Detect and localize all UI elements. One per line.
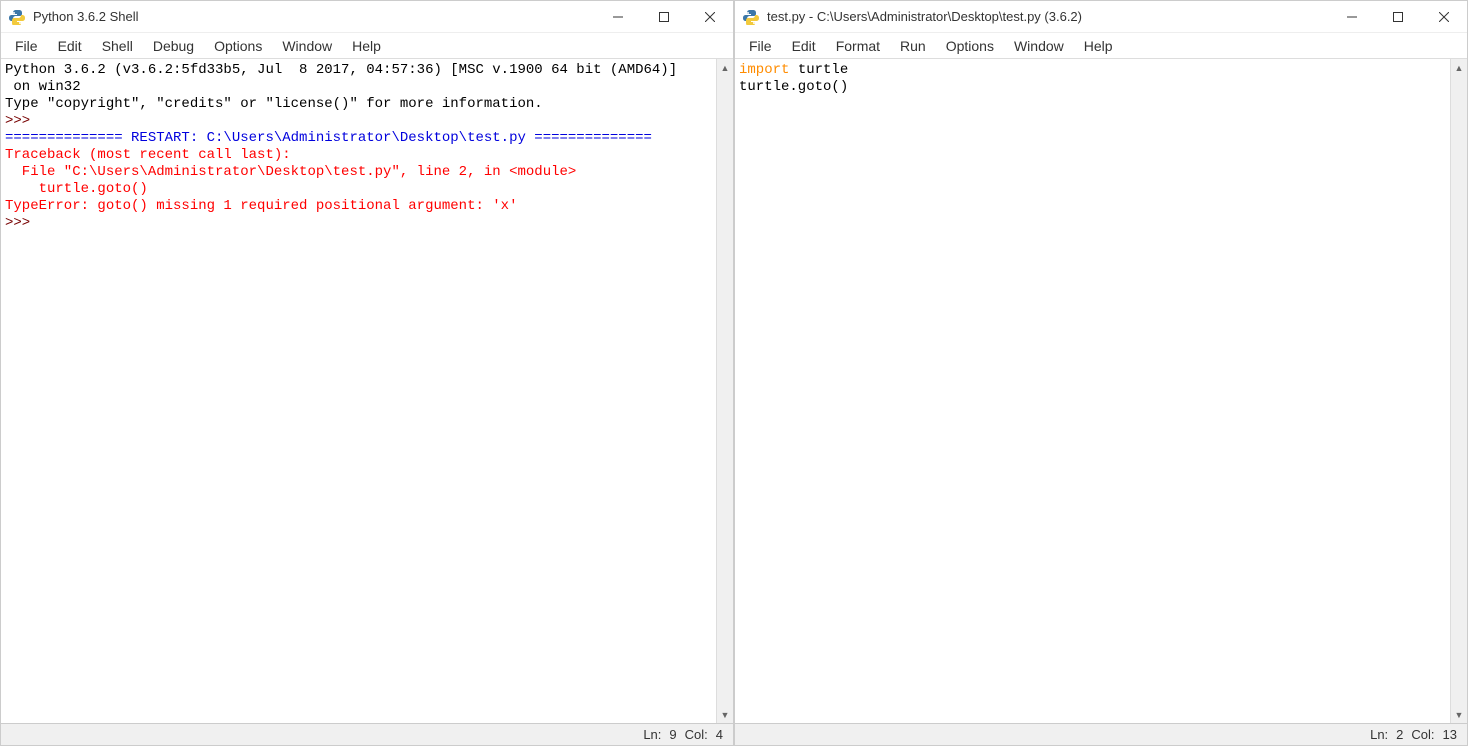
shell-prompt: >>> xyxy=(5,215,39,231)
menu-edit[interactable]: Edit xyxy=(48,35,92,57)
shell-scrollbar[interactable]: ▲ ▼ xyxy=(716,59,733,723)
editor-text-area[interactable]: import turtle turtle.goto() xyxy=(735,59,1450,723)
menu-window[interactable]: Window xyxy=(1004,35,1074,57)
shell-window: Python 3.6.2 Shell File Edit Shell Debug… xyxy=(0,0,734,746)
scroll-up-icon[interactable]: ▲ xyxy=(1451,59,1467,76)
shell-restart-line: ============== RESTART: C:\Users\Adminis… xyxy=(5,130,652,146)
shell-line: on win32 xyxy=(5,79,81,95)
shell-title: Python 3.6.2 Shell xyxy=(33,9,595,24)
editor-window: test.py - C:\Users\Administrator\Desktop… xyxy=(734,0,1468,746)
close-button[interactable] xyxy=(687,1,733,32)
editor-statusbar: Ln: 2 Col: 13 xyxy=(735,723,1467,745)
shell-titlebar[interactable]: Python 3.6.2 Shell xyxy=(1,1,733,33)
menu-format[interactable]: Format xyxy=(826,35,890,57)
menu-options[interactable]: Options xyxy=(936,35,1004,57)
status-col-value: 4 xyxy=(716,727,723,742)
scroll-up-icon[interactable]: ▲ xyxy=(717,59,733,76)
code-keyword: import xyxy=(739,62,789,78)
editor-window-controls xyxy=(1329,1,1467,32)
maximize-button[interactable] xyxy=(1375,1,1421,32)
close-button[interactable] xyxy=(1421,1,1467,32)
python-icon xyxy=(743,9,759,25)
shell-content: Python 3.6.2 (v3.6.2:5fd33b5, Jul 8 2017… xyxy=(1,59,733,723)
shell-text-area[interactable]: Python 3.6.2 (v3.6.2:5fd33b5, Jul 8 2017… xyxy=(1,59,716,723)
shell-traceback-line: turtle.goto() xyxy=(5,181,148,197)
editor-content: import turtle turtle.goto() ▲ ▼ xyxy=(735,59,1467,723)
minimize-button[interactable] xyxy=(1329,1,1375,32)
status-col-label: Col: xyxy=(685,727,708,742)
menu-window[interactable]: Window xyxy=(272,35,342,57)
code-text: turtle.goto() xyxy=(739,79,848,95)
status-ln-label: Ln: xyxy=(643,727,661,742)
menu-help[interactable]: Help xyxy=(342,35,391,57)
menu-shell[interactable]: Shell xyxy=(92,35,143,57)
editor-scrollbar[interactable]: ▲ ▼ xyxy=(1450,59,1467,723)
menu-options[interactable]: Options xyxy=(204,35,272,57)
shell-traceback-line: Traceback (most recent call last): xyxy=(5,147,291,163)
editor-menubar: File Edit Format Run Options Window Help xyxy=(735,33,1467,59)
shell-line: Type "copyright", "credits" or "license(… xyxy=(5,96,543,112)
status-col-value: 13 xyxy=(1443,727,1457,742)
editor-title: test.py - C:\Users\Administrator\Desktop… xyxy=(767,9,1329,24)
scroll-down-icon[interactable]: ▼ xyxy=(717,706,733,723)
status-ln-value: 9 xyxy=(669,727,676,742)
minimize-button[interactable] xyxy=(595,1,641,32)
menu-file[interactable]: File xyxy=(739,35,782,57)
menu-edit[interactable]: Edit xyxy=(782,35,826,57)
shell-statusbar: Ln: 9 Col: 4 xyxy=(1,723,733,745)
menu-debug[interactable]: Debug xyxy=(143,35,204,57)
editor-titlebar[interactable]: test.py - C:\Users\Administrator\Desktop… xyxy=(735,1,1467,33)
shell-traceback-line: File "C:\Users\Administrator\Desktop\tes… xyxy=(5,164,576,180)
menu-file[interactable]: File xyxy=(5,35,48,57)
status-ln-value: 2 xyxy=(1396,727,1403,742)
shell-error-line: TypeError: goto() missing 1 required pos… xyxy=(5,198,517,214)
shell-menubar: File Edit Shell Debug Options Window Hel… xyxy=(1,33,733,59)
shell-line: Python 3.6.2 (v3.6.2:5fd33b5, Jul 8 2017… xyxy=(5,62,677,78)
code-text: turtle xyxy=(789,62,848,78)
shell-window-controls xyxy=(595,1,733,32)
maximize-button[interactable] xyxy=(641,1,687,32)
status-ln-label: Ln: xyxy=(1370,727,1388,742)
python-icon xyxy=(9,9,25,25)
shell-prompt: >>> xyxy=(5,113,39,129)
scroll-down-icon[interactable]: ▼ xyxy=(1451,706,1467,723)
menu-run[interactable]: Run xyxy=(890,35,936,57)
menu-help[interactable]: Help xyxy=(1074,35,1123,57)
status-col-label: Col: xyxy=(1411,727,1434,742)
